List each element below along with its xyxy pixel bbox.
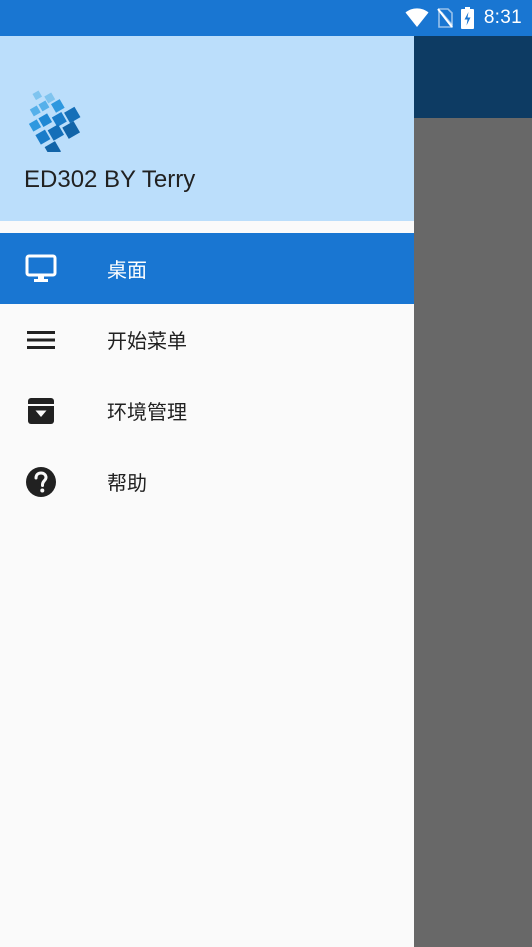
app-content-scrim[interactable] [414, 118, 532, 947]
battery-charging-icon [460, 7, 474, 29]
drawer-item-desktop[interactable]: 桌面 [0, 233, 414, 304]
navigation-drawer: ED302 BY Terry 桌面 开始菜单 环境管理 帮助 [0, 36, 414, 947]
app-toolbar [414, 36, 532, 118]
drawer-item-label: 环境管理 [107, 400, 187, 424]
monitor-icon [24, 252, 58, 286]
status-icons: 8:31 [397, 0, 522, 36]
screen: 8:31 ED302 BY Terry 桌面 开始菜单 环境管理 帮助 [0, 0, 532, 947]
drawer-item-help[interactable]: 帮助 [0, 446, 414, 517]
header-divider [0, 221, 414, 233]
drawer-item-start-menu[interactable]: 开始菜单 [0, 304, 414, 375]
drawer-header: ED302 BY Terry [0, 36, 414, 221]
app-logo-icon [24, 78, 94, 158]
status-bar: 8:31 [0, 0, 532, 36]
status-time: 8:31 [483, 7, 522, 28]
drawer-title: ED302 BY Terry [24, 166, 196, 193]
archive-icon [24, 394, 58, 428]
drawer-item-label: 开始菜单 [107, 329, 187, 353]
help-circle-icon [24, 465, 58, 499]
drawer-menu: 桌面 开始菜单 环境管理 帮助 [0, 233, 414, 517]
drawer-item-environment[interactable]: 环境管理 [0, 375, 414, 446]
no-sim-icon [437, 8, 453, 28]
drawer-item-label: 帮助 [107, 471, 147, 495]
wifi-icon [405, 8, 429, 28]
drawer-item-label: 桌面 [107, 258, 147, 282]
menu-icon [24, 323, 58, 357]
